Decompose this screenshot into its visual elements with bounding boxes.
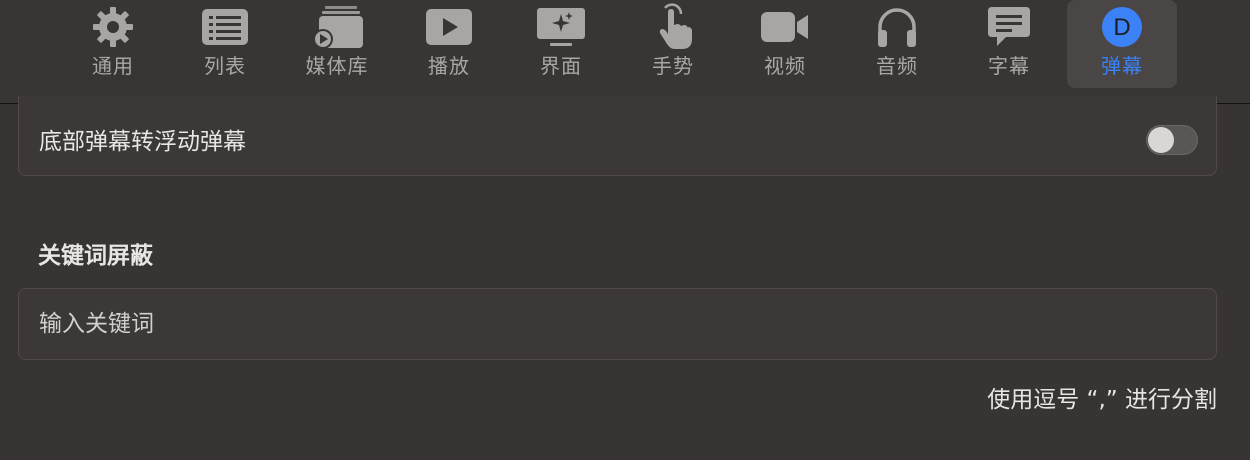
tab-label: 列表 (204, 54, 246, 78)
tab-label: 媒体库 (305, 54, 369, 78)
keyword-input-container (18, 288, 1217, 360)
tab-danmaku[interactable]: D 弹幕 (1067, 0, 1177, 88)
bottom-to-float-label: 底部弹幕转浮动弹幕 (39, 129, 246, 155)
keyword-section-title: 关键词屏蔽 (38, 243, 153, 269)
video-camera-icon (757, 4, 813, 50)
tab-label: 手势 (652, 54, 694, 78)
tab-list[interactable]: 列表 (170, 0, 280, 88)
toggle-knob (1148, 127, 1174, 153)
tab-label: 播放 (428, 54, 470, 78)
keyword-hint: 使用逗号 “,” 进行分割 (987, 387, 1217, 413)
settings-toolbar: 通用 列表 媒体库 播放 界面 手势 视频 音频 字幕 D 弹幕 (0, 0, 1250, 104)
keyword-input[interactable] (20, 290, 1215, 358)
danmaku-icon: D (1094, 4, 1150, 50)
subtitle-icon (981, 4, 1037, 50)
tab-general[interactable]: 通用 (58, 0, 168, 88)
bottom-to-float-toggle[interactable] (1146, 125, 1198, 155)
list-icon (197, 4, 253, 50)
media-library-icon (309, 4, 365, 50)
tab-label: 通用 (92, 54, 134, 78)
tab-audio[interactable]: 音频 (842, 0, 952, 88)
gesture-icon (645, 3, 701, 50)
tab-label: 弹幕 (1101, 54, 1143, 78)
danmaku-badge-text: D (1113, 14, 1130, 41)
gear-icon (85, 4, 141, 50)
play-icon (421, 4, 477, 50)
tab-label: 视频 (764, 54, 806, 78)
tab-gestures[interactable]: 手势 (618, 0, 728, 88)
tab-label: 音频 (876, 54, 918, 78)
tab-playback[interactable]: 播放 (394, 0, 504, 88)
tab-subtitles[interactable]: 字幕 (954, 0, 1064, 88)
tab-media-library[interactable]: 媒体库 (282, 0, 392, 88)
tab-label: 字幕 (988, 54, 1030, 78)
tab-label: 界面 (540, 54, 582, 78)
tab-video[interactable]: 视频 (730, 0, 840, 88)
tab-interface[interactable]: 界面 (506, 0, 616, 88)
headphones-icon (869, 4, 925, 50)
interface-icon (533, 4, 589, 50)
bottom-to-float-row: 底部弹幕转浮动弹幕 (18, 96, 1217, 176)
